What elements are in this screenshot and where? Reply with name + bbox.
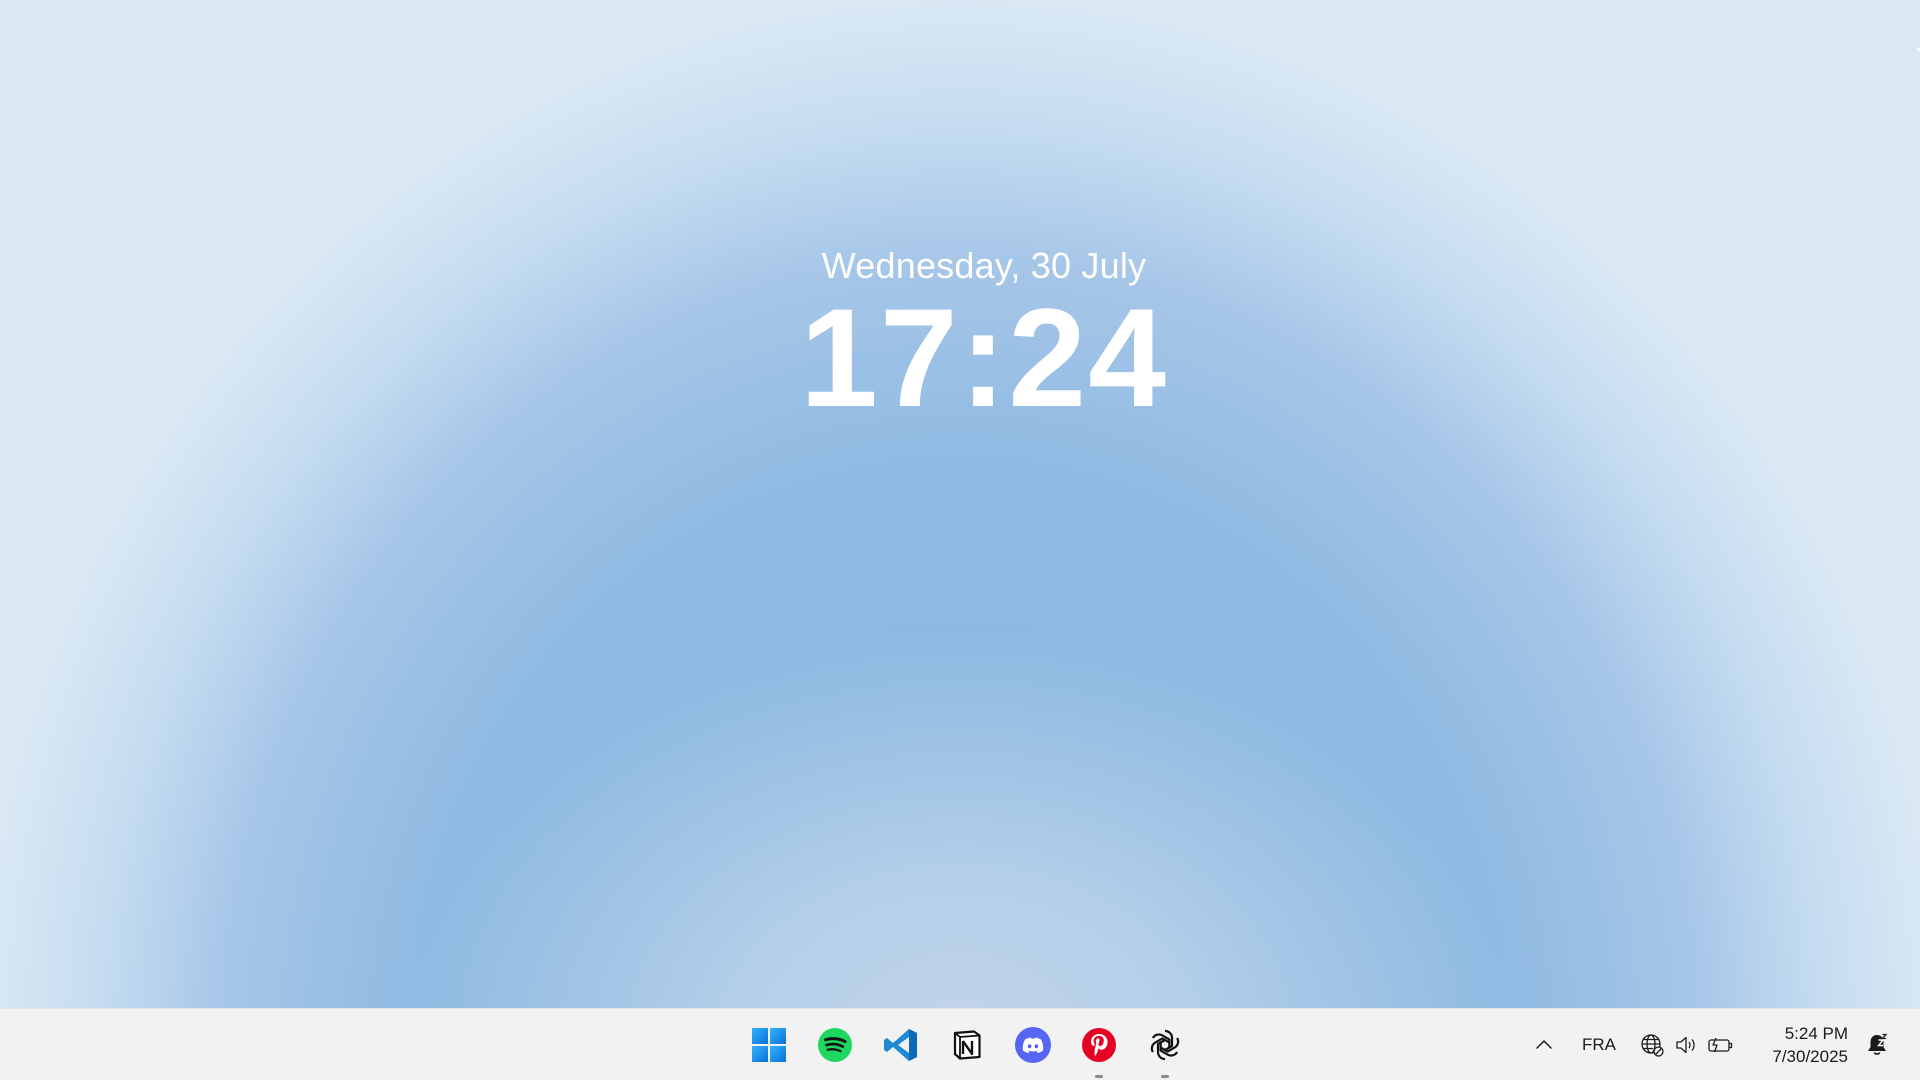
show-hidden-icons-button[interactable]	[1534, 1009, 1554, 1081]
lock-screen-background: Wednesday, 30 July 17:24	[0, 0, 1920, 1008]
lock-screen-clock: Wednesday, 30 July 17:24	[0, 244, 1920, 428]
taskbar-app-notion[interactable]	[934, 1012, 1000, 1078]
volume-icon	[1674, 1033, 1698, 1057]
language-label: FRA	[1582, 1035, 1616, 1054]
running-indicator	[1161, 1075, 1169, 1078]
vscode-icon	[884, 1029, 917, 1061]
taskbar-time: 5:24 PM	[1784, 1024, 1848, 1043]
taskbar-app-vscode[interactable]	[868, 1012, 934, 1078]
taskbar-apps	[736, 1009, 1198, 1081]
taskbar-app-discord[interactable]	[1000, 1012, 1066, 1078]
notification-center-button[interactable]	[1864, 1009, 1890, 1081]
chevron-up-icon	[1536, 1039, 1552, 1049]
system-tray-quick-settings[interactable]	[1640, 1009, 1744, 1081]
discord-icon	[1015, 1027, 1051, 1063]
notification-bell-icon	[1868, 1033, 1888, 1055]
lock-screen-time: 17:24	[799, 279, 1169, 436]
taskbar-app-pinterest[interactable]	[1066, 1012, 1132, 1078]
taskbar-clock[interactable]: 5:24 PM 7/30/2025	[1752, 1009, 1848, 1081]
spotify-icon	[818, 1028, 852, 1062]
taskbar-app-spotify[interactable]	[802, 1012, 868, 1078]
windows-start-icon	[752, 1028, 786, 1062]
notion-icon	[953, 1030, 981, 1060]
input-language-indicator[interactable]: FRA	[1582, 1009, 1616, 1081]
taskbar: FRA 5:24 PM 7/30/2025	[0, 1008, 1920, 1080]
chatgpt-icon	[1148, 1029, 1182, 1061]
network-globe-icon	[1640, 1033, 1665, 1058]
taskbar-app-chatgpt[interactable]	[1132, 1012, 1198, 1078]
running-indicator	[1095, 1075, 1103, 1078]
pinterest-icon	[1082, 1028, 1116, 1062]
battery-charging-icon	[1707, 1033, 1735, 1057]
taskbar-date: 7/30/2025	[1772, 1047, 1848, 1066]
taskbar-app-start[interactable]	[736, 1012, 802, 1078]
